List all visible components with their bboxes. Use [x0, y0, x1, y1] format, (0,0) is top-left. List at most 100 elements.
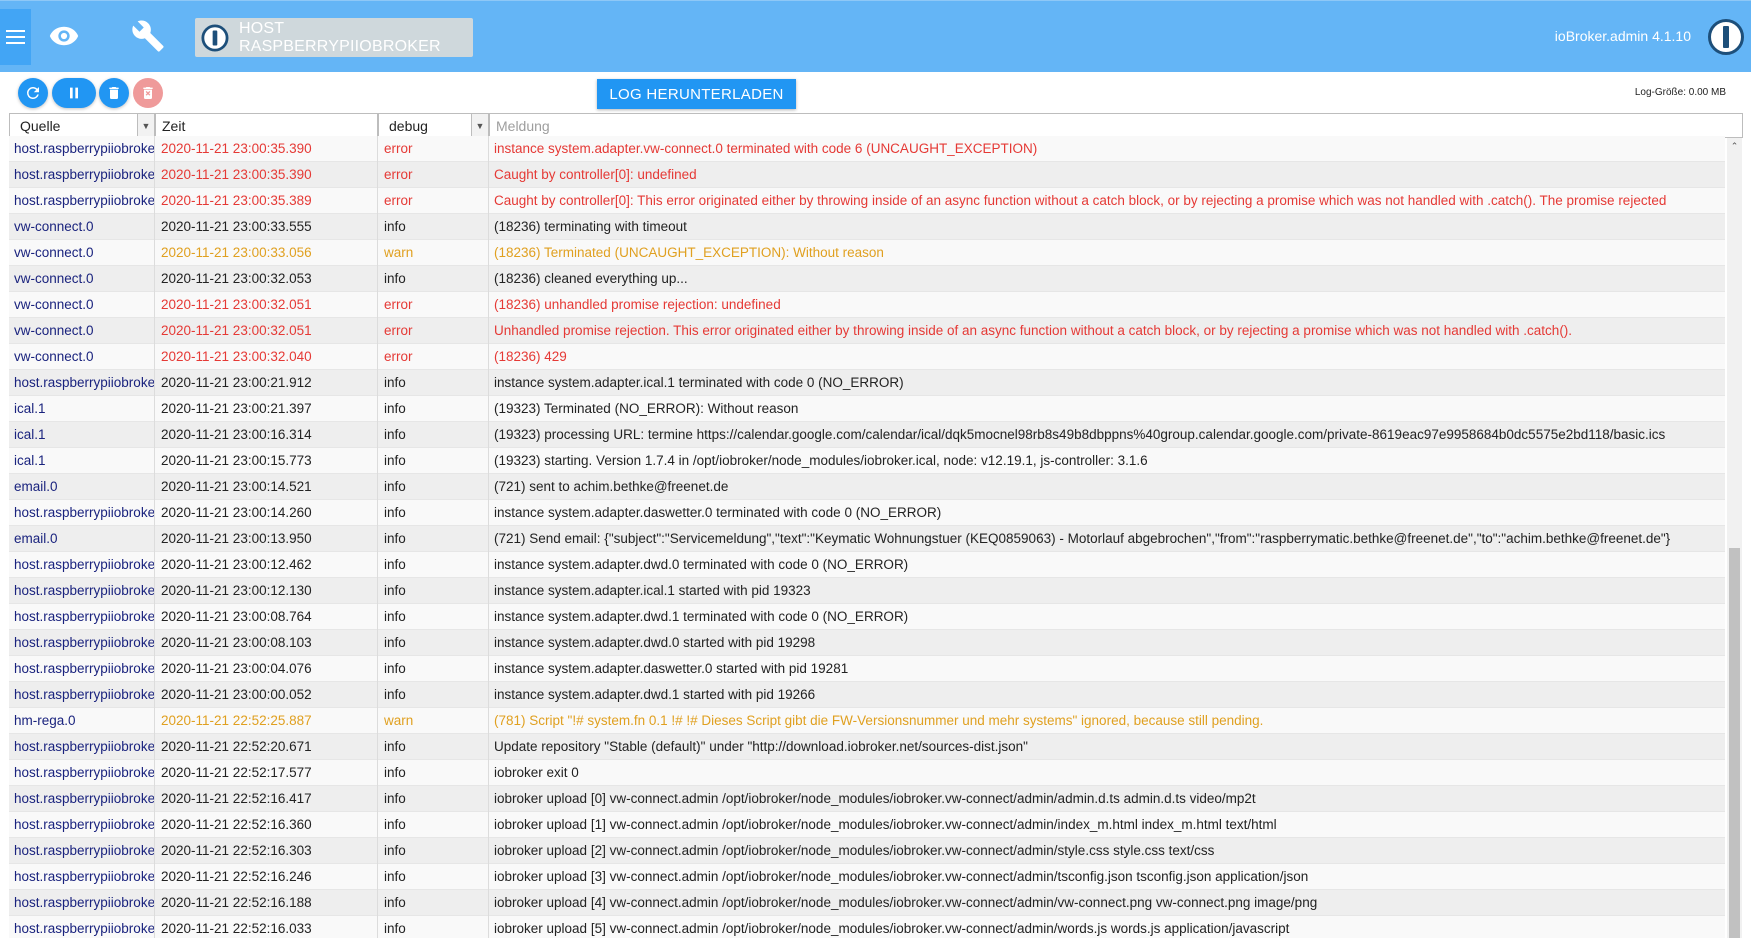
- trash-icon: [109, 87, 119, 99]
- log-row: host.raspberrypiiobroker 2020-11-21 23:00…: [9, 577, 1725, 604]
- log-time: 2020-11-21 23:00:04.076: [155, 655, 378, 682]
- log-severity: warn: [378, 707, 489, 734]
- log-message: (721) sent to achim.bethke@freenet.de: [494, 478, 729, 494]
- log-row: host.raspberrypiiobroker 2020-11-21 22:52…: [9, 733, 1725, 760]
- log-message: (19323) Terminated (NO_ERROR): Without r…: [494, 400, 799, 416]
- log-message: instance system.adapter.vw-connect.0 ter…: [494, 140, 1038, 156]
- log-table: host.raspberrypiiobroker 2020-11-21 23:00…: [9, 136, 1725, 938]
- log-table-body: host.raspberrypiiobroker 2020-11-21 23:00…: [9, 136, 1725, 938]
- log-row: ical.1 2020-11-21 23:00:21.397 info (19323)…: [9, 395, 1725, 422]
- log-source: ical.1: [9, 447, 155, 474]
- log-source: host.raspberrypiiobroker: [9, 369, 155, 396]
- log-severity: info: [378, 811, 489, 838]
- log-source: vw-connect.0: [9, 317, 155, 344]
- log-row: host.raspberrypiiobroker 2020-11-21 22:52…: [9, 889, 1725, 916]
- log-row: host.raspberrypiiobroker 2020-11-21 23:00…: [9, 603, 1725, 630]
- log-time: 2020-11-21 22:52:25.887: [155, 707, 378, 734]
- refresh-button[interactable]: [18, 78, 48, 108]
- scrollbar-thumb[interactable]: [1729, 548, 1740, 938]
- wrench-icon[interactable]: [131, 19, 165, 53]
- time-filter-input[interactable]: Zeit: [155, 113, 378, 138]
- log-source: vw-connect.0: [9, 343, 155, 370]
- log-time: 2020-11-21 23:00:35.390: [155, 136, 378, 162]
- log-time: 2020-11-21 23:00:15.773: [155, 447, 378, 474]
- log-source: host.raspberrypiiobroker: [9, 785, 155, 812]
- log-message: instance system.adapter.dwd.1 terminated…: [494, 608, 909, 624]
- log-time: 2020-11-21 23:00:14.521: [155, 473, 378, 500]
- log-message: (721) Send email: {"subject":"Servicemel…: [494, 530, 1671, 546]
- log-message: Caught by controller[0]: This error orig…: [494, 192, 1667, 208]
- log-severity: info: [378, 421, 489, 448]
- chevron-up-icon[interactable]: ⌃: [1727, 140, 1742, 152]
- delete-log-file-button[interactable]: [133, 78, 163, 108]
- log-message: instance system.adapter.ical.1 terminate…: [494, 374, 904, 390]
- log-source: host.raspberrypiiobroker: [9, 603, 155, 630]
- log-message: instance system.adapter.dwd.0 terminated…: [494, 556, 909, 572]
- severity-filter-value: debug: [389, 117, 428, 134]
- log-source: vw-connect.0: [9, 239, 155, 266]
- log-time: 2020-11-21 23:00:32.051: [155, 317, 378, 344]
- log-message: iobroker upload [4] vw-connect.admin /op…: [494, 894, 1318, 910]
- log-time: 2020-11-21 23:00:21.912: [155, 369, 378, 396]
- log-message: iobroker upload [1] vw-connect.admin /op…: [494, 816, 1277, 832]
- log-time: 2020-11-21 22:52:17.577: [155, 759, 378, 786]
- vertical-scrollbar[interactable]: ⌃: [1727, 138, 1742, 938]
- log-row: host.raspberrypiiobroker 2020-11-21 23:00…: [9, 655, 1725, 682]
- host-selector[interactable]: HOST RASPBERRYPIIOBROKER: [195, 18, 473, 57]
- log-source: host.raspberrypiiobroker: [9, 629, 155, 656]
- log-severity: error: [378, 291, 489, 318]
- log-severity: info: [378, 681, 489, 708]
- pause-button[interactable]: [52, 78, 96, 108]
- menu-icon[interactable]: [0, 9, 31, 65]
- version-label: ioBroker.admin 4.1.10: [1554, 28, 1691, 44]
- log-source: email.0: [9, 525, 155, 552]
- log-row: ical.1 2020-11-21 23:00:16.314 info (19323)…: [9, 421, 1725, 448]
- log-severity: info: [378, 551, 489, 578]
- source-filter-select[interactable]: Quelle ▼: [9, 113, 155, 138]
- log-time: 2020-11-21 23:00:12.130: [155, 577, 378, 604]
- log-source: host.raspberrypiiobroker: [9, 811, 155, 838]
- log-row: host.raspberrypiiobroker 2020-11-21 23:00…: [9, 499, 1725, 526]
- message-filter-input[interactable]: Meldung: [489, 113, 1743, 138]
- log-time: 2020-11-21 22:52:16.360: [155, 811, 378, 838]
- log-time: 2020-11-21 23:00:32.040: [155, 343, 378, 370]
- log-source: email.0: [9, 473, 155, 500]
- log-severity: error: [378, 136, 489, 162]
- log-row: host.raspberrypiiobroker 2020-11-21 23:00…: [9, 681, 1725, 708]
- log-message: (18236) terminating with timeout: [494, 218, 687, 234]
- log-time: 2020-11-21 23:00:32.053: [155, 265, 378, 292]
- log-source: host.raspberrypiiobroker: [9, 733, 155, 760]
- log-time: 2020-11-21 22:52:20.671: [155, 733, 378, 760]
- log-severity: error: [378, 161, 489, 188]
- log-severity: info: [378, 395, 489, 422]
- log-source: host.raspberrypiiobroker: [9, 577, 155, 604]
- log-row: host.raspberrypiiobroker 2020-11-21 22:52…: [9, 915, 1725, 938]
- log-message: Update repository "Stable (default)" und…: [494, 738, 1028, 754]
- log-severity: info: [378, 265, 489, 292]
- log-time: 2020-11-21 23:00:08.103: [155, 629, 378, 656]
- log-time: 2020-11-21 22:52:16.033: [155, 915, 378, 938]
- log-row: email.0 2020-11-21 23:00:14.521 info (721) …: [9, 473, 1725, 500]
- log-severity: info: [378, 603, 489, 630]
- log-severity: info: [378, 525, 489, 552]
- log-time: 2020-11-21 23:00:13.950: [155, 525, 378, 552]
- download-log-button[interactable]: LOG HERUNTERLADEN: [597, 79, 796, 109]
- log-severity: info: [378, 889, 489, 916]
- log-message: instance system.adapter.daswetter.0 term…: [494, 504, 942, 520]
- source-filter-value: Quelle: [20, 117, 61, 134]
- log-severity: error: [378, 317, 489, 344]
- log-row: vw-connect.0 2020-11-21 23:00:33.555 info (…: [9, 213, 1725, 240]
- log-message: instance system.adapter.dwd.1 started wi…: [494, 686, 816, 702]
- host-label: HOST RASPBERRYPIIOBROKER: [238, 19, 441, 55]
- iobroker-brand-icon: [1708, 19, 1744, 55]
- log-row: ical.1 2020-11-21 23:00:15.773 info (19323)…: [9, 447, 1725, 474]
- log-source: host.raspberrypiiobroker: [9, 681, 155, 708]
- log-row: vw-connect.0 2020-11-21 23:00:32.051 error…: [9, 291, 1725, 318]
- eye-icon[interactable]: [47, 19, 81, 53]
- log-source: hm-rega.0: [9, 707, 155, 734]
- log-source: host.raspberrypiiobroker: [9, 655, 155, 682]
- log-time: 2020-11-21 23:00:12.462: [155, 551, 378, 578]
- log-source: vw-connect.0: [9, 213, 155, 240]
- severity-filter-select[interactable]: debug ▼: [378, 113, 489, 138]
- clear-log-button[interactable]: [99, 78, 129, 108]
